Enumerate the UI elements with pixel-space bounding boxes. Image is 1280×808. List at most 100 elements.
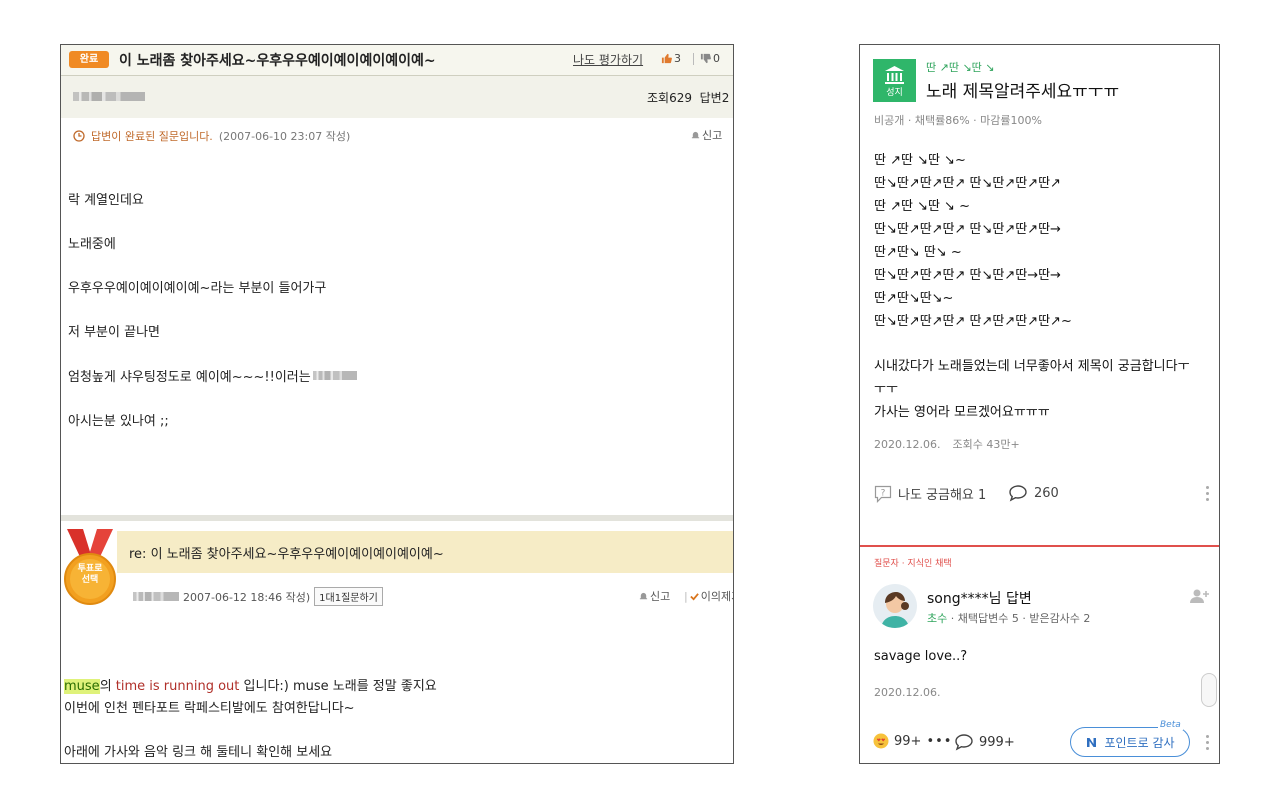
- done-notice-text: 답변이 완료된 질문입니다.: [91, 130, 213, 143]
- answer-title: re: 이 노래좀 찾아주세요~우후우우예이예이예이예이예~: [129, 547, 444, 562]
- more-reactions-icon[interactable]: •••: [926, 734, 952, 749]
- objection-button[interactable]: | 이의제기: [684, 588, 733, 604]
- body-line: 딴↘딴↗딴↗딴↗ 딴↘딴↗딴↗딴↗: [874, 176, 1061, 191]
- question-subheader: [61, 76, 733, 118]
- body-line: 딴↘딴↗딴↗딴↗ 딴↘딴↗딴→딴→: [874, 268, 1061, 283]
- report-label: 신고: [702, 129, 723, 142]
- highlight-artist: muse: [64, 679, 100, 694]
- thumbs-down[interactable]: 0: [700, 52, 720, 65]
- question-stats: 비공개 · 채택률86% · 마감률100%: [874, 114, 1042, 127]
- status-badge: 완료: [69, 51, 109, 68]
- answer-comments-button[interactable]: 999+: [954, 733, 1015, 751]
- thumbs-up[interactable]: 3: [661, 52, 681, 65]
- question-date: 2020.12.06.: [874, 438, 941, 451]
- avatar[interactable]: [873, 584, 917, 628]
- comments-button[interactable]: 260: [1008, 484, 1059, 502]
- bell-icon: [691, 131, 700, 138]
- answer-meta: 2007-06-12 18:46 작성) 1대1질문하기: [133, 587, 383, 606]
- answer-line: 아래에 가사와 음악 링크 해 둘테니 확인해 보세요: [64, 745, 333, 760]
- bank-icon: [885, 66, 904, 84]
- reaction-count: 99+: [894, 733, 922, 749]
- question-line: 아시는분 있나여 ;;: [68, 414, 169, 429]
- question-line-text: 엄청높게 샤우팅정도로 예이예~~~!!이러는: [68, 370, 311, 385]
- bell-icon: [639, 592, 648, 599]
- clock-icon: [73, 130, 85, 142]
- category-logo: 성지: [873, 59, 916, 102]
- done-notice: 답변이 완료된 질문입니다. (2007-06-10 23:07 작성): [73, 128, 350, 144]
- body-line: 시내갔다가 노래들었는데 너무좋아서 제목이 궁금합니다ㅜ: [874, 359, 1190, 374]
- view-count: 조회수 43만+: [952, 438, 1020, 451]
- one-on-one-button[interactable]: 1대1질문하기: [314, 587, 383, 606]
- answer-count: 답변2: [699, 91, 730, 105]
- question-title: 노래 제목알려주세요ㅠㅜㅠ: [926, 82, 1120, 102]
- question-title: 이 노래좀 찾아주세요~우후우우예이예이예이예이예~: [119, 53, 436, 69]
- rate-link[interactable]: 나도 평가하기: [573, 51, 643, 68]
- question-line: 락 계열인데요: [68, 193, 144, 208]
- question-header: 완료 이 노래좀 찾아주세요~우후우우예이예이예이예이예~ 나도 평가하기 3 …: [61, 45, 733, 76]
- selected-label: 질문자 · 지식인 채택: [874, 559, 952, 569]
- question-meta: 2020.12.06. 조회수 43만+: [874, 436, 1020, 452]
- thanks-with-points-button[interactable]: 포인트로 감사: [1070, 727, 1190, 757]
- body-line: 딴 ↗딴 ↘딴 ↘~: [874, 153, 966, 168]
- more-icon[interactable]: [1206, 735, 1210, 750]
- comment-icon: [1009, 485, 1027, 502]
- heart-eyes-emoji-icon: [873, 733, 889, 749]
- song-title: time is running out: [115, 679, 240, 694]
- comment-icon: [955, 734, 973, 751]
- question-bubble-icon: ?: [874, 485, 892, 503]
- body-line: 딴↗딴↘딴↘~: [874, 291, 954, 306]
- view-answer-counts: 조회629 답변2: [647, 89, 729, 106]
- body-line: 딴↗딴↘ 딴↘ ~: [874, 245, 962, 260]
- answer-date: 2007-06-12 18:46 작성): [183, 590, 311, 604]
- answer-text: 의: [99, 679, 116, 694]
- question-line: 우후우우예이예이예이예~라는 부분이 들어가구: [68, 281, 327, 296]
- check-icon: [689, 592, 699, 601]
- answer-text: savage love..?: [874, 649, 968, 664]
- medal-label-line: 투표로: [77, 564, 103, 574]
- question-date: (2007-06-10 23:07 작성): [218, 130, 351, 143]
- thanks-label: 포인트로 감사: [1104, 735, 1175, 750]
- avatar-illustration: [873, 584, 917, 628]
- answer-header: re: 이 노래좀 찾아주세요~우후우우예이예이예이예이예~: [117, 531, 733, 573]
- naver-pay-icon: [1087, 737, 1097, 747]
- question-line: 저 부분이 끝나면: [68, 325, 160, 340]
- logo-caption: 성지: [886, 88, 903, 98]
- more-icon[interactable]: [1206, 486, 1210, 501]
- answer-line: muse의 time is running out 입니다:) muse 노래를…: [64, 675, 437, 694]
- medal-label: 투표로 선택: [70, 564, 110, 586]
- curious-button[interactable]: ? 나도 궁금해요 1: [874, 484, 986, 503]
- selected-divider: [860, 545, 1219, 547]
- naver-kin-2020-panel: 성지 딴 ↗딴 ↘딴 ↘ 노래 제목알려주세요ㅠㅜㅠ 비공개 · 채택률86% …: [859, 44, 1220, 764]
- blurred-username: [73, 92, 145, 101]
- thumbs-up-icon: [661, 53, 672, 64]
- answer-text: 입니다:) muse 노래를 정말 좋지요: [239, 679, 437, 694]
- body-line: 딴↘딴↗딴↗딴↗ 딴↗딴↗딴↗딴↗~: [874, 314, 1072, 329]
- answerer-level: 초수: [927, 612, 948, 625]
- question-line: 노래중에: [68, 237, 116, 252]
- answer-comment-count: 999+: [979, 734, 1015, 750]
- report-button[interactable]: 신고: [691, 127, 722, 143]
- blurred-text: [312, 371, 357, 380]
- question-line: 엄청높게 샤우팅정도로 예이예~~~!!이러는: [68, 366, 357, 385]
- objection-label: 이의제기: [700, 590, 733, 603]
- scroll-handle[interactable]: [1201, 673, 1217, 707]
- blurred-answerer: [133, 592, 179, 601]
- thumbs-down-icon: [700, 53, 711, 64]
- curious-label: 나도 궁금해요 1: [898, 488, 987, 503]
- naver-kin-2007-panel: 완료 이 노래좀 찾아주세요~우후우우예이예이예이예이예~ 나도 평가하기 3 …: [60, 44, 734, 764]
- body-line: ㅜㅜ: [874, 382, 898, 397]
- body-line: 딴↘딴↗딴↗딴↗ 딴↘딴↗딴↗딴→: [874, 222, 1061, 237]
- add-friend-icon[interactable]: [1190, 588, 1210, 604]
- answer-report-button[interactable]: 신고: [639, 588, 670, 604]
- section-divider: [61, 515, 733, 521]
- separator: |: [684, 589, 688, 603]
- answer-report-label: 신고: [650, 590, 671, 603]
- answer-line: 이번에 인천 펜타포트 락페스티발에도 참여한답니다~: [64, 701, 355, 716]
- reaction-button[interactable]: 99+ •••: [873, 733, 952, 749]
- answerer-name[interactable]: song****님 답변: [927, 588, 1032, 608]
- thumbs-up-count: 3: [674, 52, 681, 65]
- answerer-counts: · 채택답변수 5 · 받은감사수 2: [950, 612, 1091, 625]
- comment-count: 260: [1034, 485, 1059, 501]
- category-label[interactable]: 딴 ↗딴 ↘딴 ↘: [926, 59, 995, 75]
- view-count: 조회629: [647, 91, 692, 105]
